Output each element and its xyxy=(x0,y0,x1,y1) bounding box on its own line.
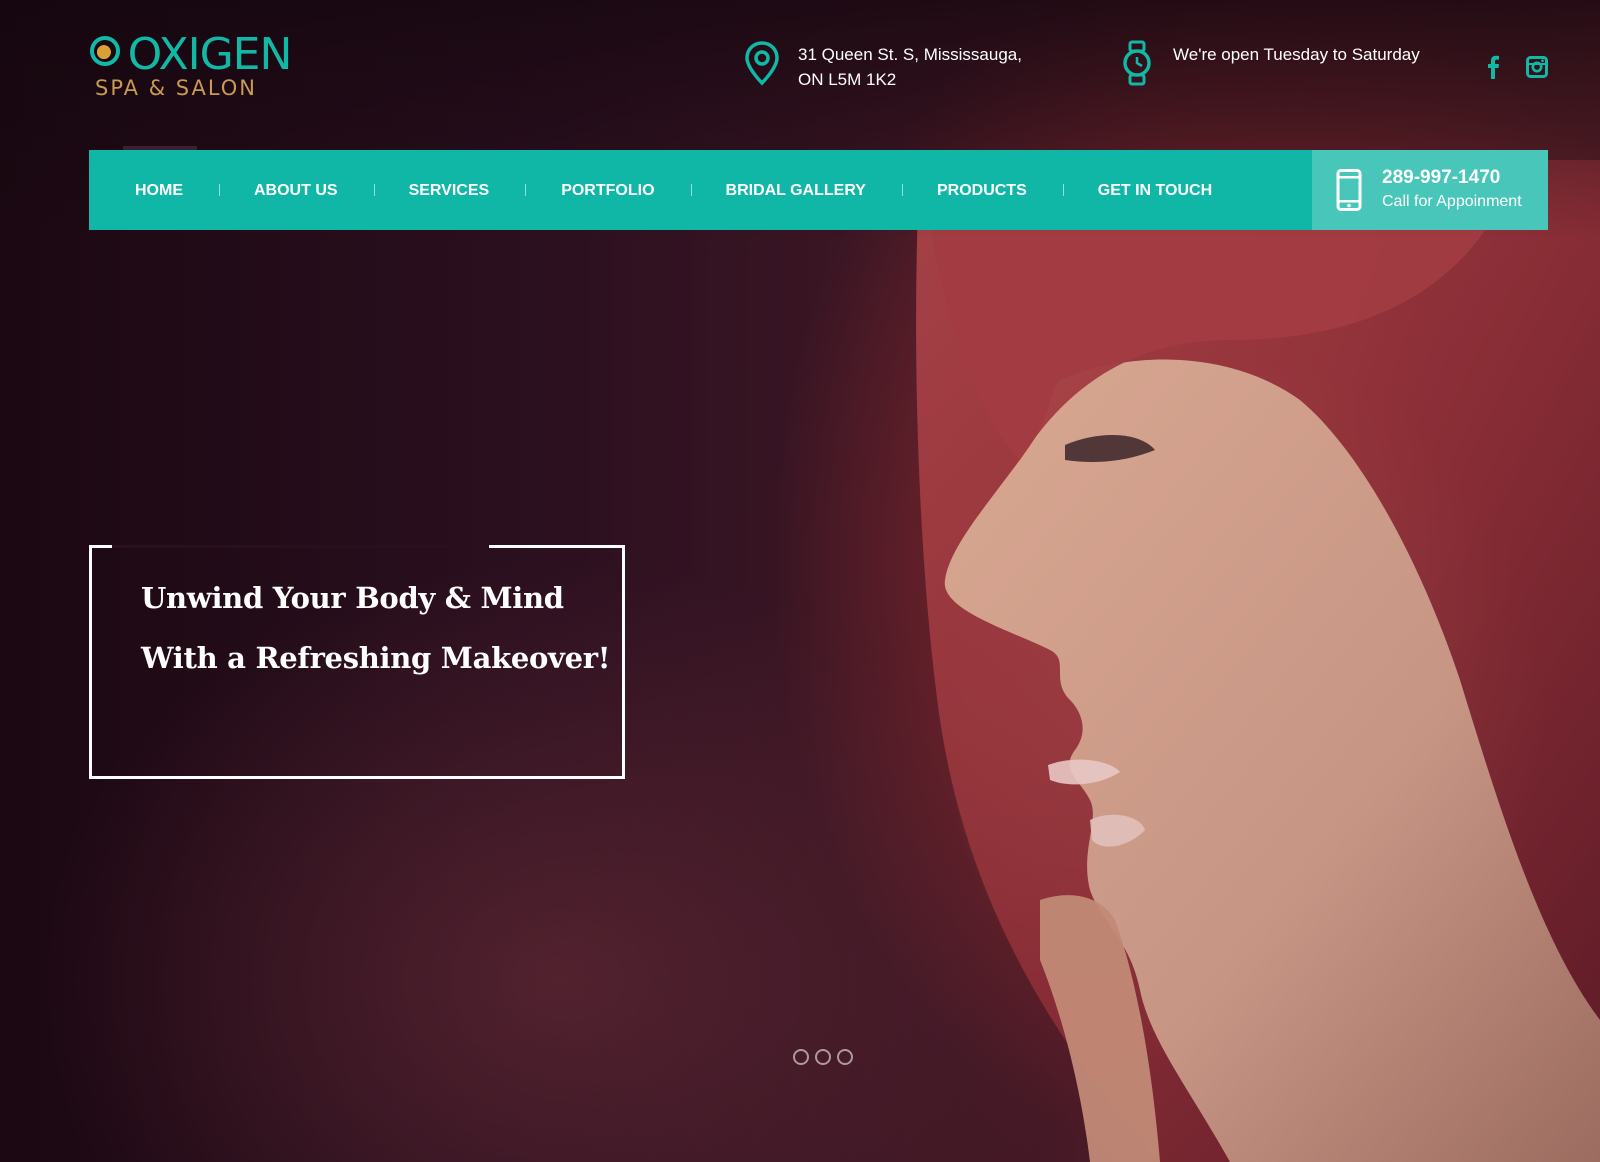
nav-bridal-gallery[interactable]: BRIDAL GALLERY xyxy=(726,150,866,230)
logo-name: OXIGEN xyxy=(127,29,293,80)
logo-wordmark: OOXIGEN xyxy=(124,29,293,80)
frame-top-gap xyxy=(112,545,489,548)
nav-divider xyxy=(219,184,220,196)
slide-dot-3[interactable] xyxy=(837,1049,853,1065)
nav-divider xyxy=(1062,184,1064,196)
instagram-icon[interactable] xyxy=(1526,55,1548,79)
nav-get-in-touch[interactable]: GET IN TOUCH xyxy=(1098,150,1212,230)
address-line-2: ON L5M 1K2 xyxy=(798,70,897,89)
hero-headline-line-1: Unwind Your Body & Mind xyxy=(141,581,564,615)
nav-about-us[interactable]: ABOUT US xyxy=(254,150,338,230)
nav-portfolio[interactable]: PORTFOLIO xyxy=(561,150,654,230)
brand-logo[interactable]: OOXIGEN SPA & SALON xyxy=(88,30,292,100)
phone-number[interactable]: 289-997-1470 xyxy=(1382,166,1522,190)
logo-tagline: SPA & SALON xyxy=(95,76,258,100)
slide-dot-2[interactable] xyxy=(815,1049,831,1065)
hero-headline: Unwind Your Body & Mind With a Refreshin… xyxy=(141,568,611,688)
call-for-appointment[interactable]: 289-997-1470 Call for Appoinment xyxy=(1312,150,1548,230)
hero-model-photo xyxy=(916,160,1600,1162)
call-label: Call for Appoinment xyxy=(1382,193,1522,210)
map-pin-icon xyxy=(745,41,779,86)
hours-text: We're open Tuesday to Saturday xyxy=(1173,45,1420,64)
nav-divider xyxy=(901,184,903,196)
nav-services[interactable]: SERVICES xyxy=(409,150,490,230)
nav-products[interactable]: PRODUCTS xyxy=(937,150,1027,230)
hours-block: We're open Tuesday to Saturday xyxy=(1117,40,1420,86)
mobile-phone-icon xyxy=(1336,169,1362,211)
main-navigation: HOME ABOUT US SERVICES PORTFOLIO BRIDAL … xyxy=(89,146,1548,230)
facebook-icon[interactable] xyxy=(1482,55,1504,79)
nav-divider xyxy=(525,184,527,196)
slider-pagination xyxy=(793,1049,853,1065)
nav-divider xyxy=(690,184,692,196)
slide-dot-1[interactable] xyxy=(793,1049,809,1065)
hero-headline-line-2: With a Refreshing Makeover! xyxy=(141,641,611,675)
address-block: 31 Queen St. S, Mississauga, ON L5M 1K2 xyxy=(742,40,1022,92)
nav-divider xyxy=(373,184,375,196)
address-line-1: 31 Queen St. S, Mississauga, xyxy=(798,45,1022,64)
logo-emblem-icon xyxy=(90,36,120,66)
nav-home[interactable]: HOME xyxy=(123,146,197,230)
wristwatch-icon xyxy=(1123,40,1151,86)
